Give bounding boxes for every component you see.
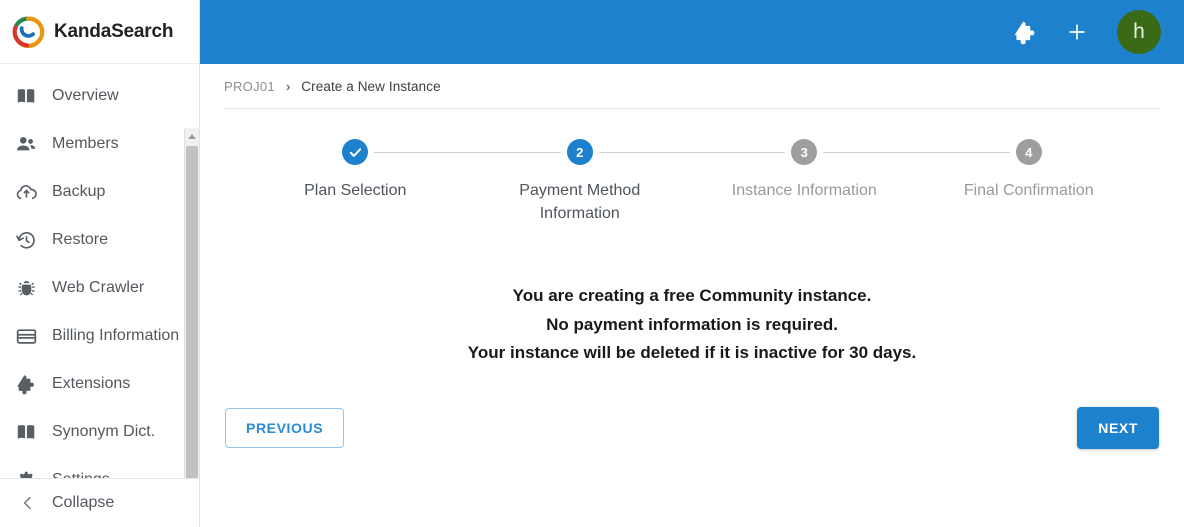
wizard-actions: PREVIOUS NEXT <box>223 406 1161 449</box>
sidebar-item-label: Web Crawler <box>52 279 145 296</box>
step-connector-line <box>598 152 786 153</box>
sidebar-item-label: Members <box>52 135 119 152</box>
sidebar-item-label: Extensions <box>52 375 131 392</box>
brand-header[interactable]: KandaSearch <box>0 0 199 64</box>
step-label: Final Confirmation <box>963 182 1094 199</box>
cloud-upload-icon <box>14 180 38 204</box>
sidebar-scrollbar[interactable] <box>184 128 199 478</box>
breadcrumb-current-page: Create a New Instance <box>301 78 441 94</box>
page-content: PROJ01 › Create a New Instance Plan Sele… <box>200 64 1184 527</box>
book-open-icon <box>14 420 38 444</box>
step-connector-line <box>823 152 1010 153</box>
sidebar-nav-scroll-area: Overview Members Backup Restore Web Craw… <box>0 64 199 478</box>
chevron-left-icon <box>20 495 36 511</box>
plus-icon[interactable] <box>1063 18 1091 46</box>
step-label: Instance Information <box>731 182 877 199</box>
message-line-3: Your instance will be deleted if it is i… <box>467 343 917 362</box>
next-button[interactable]: NEXT <box>1077 406 1159 449</box>
gear-icon <box>14 468 38 478</box>
brand-name: KandaSearch <box>54 20 174 42</box>
message-line-2: No payment information is required. <box>546 314 838 334</box>
step-number: 3 <box>791 139 818 165</box>
sidebar-item-web-crawler[interactable]: Web Crawler <box>0 264 199 312</box>
puzzle-piece-icon[interactable] <box>1011 18 1039 46</box>
sidebar-item-backup[interactable]: Backup <box>0 168 199 216</box>
collapse-label: Collapse <box>52 494 115 511</box>
chevron-right-icon: › <box>285 78 291 94</box>
wizard-stepper: Plan Selection 2 Payment Method Informat… <box>223 139 1161 225</box>
sidebar-item-label: Synonym Dict. <box>52 423 156 440</box>
scroll-up-arrow-icon[interactable] <box>185 128 199 144</box>
puzzle-piece-icon <box>14 372 38 396</box>
step-number: 4 <box>1015 139 1042 165</box>
bug-icon <box>14 276 38 300</box>
info-message: You are creating a free Community instan… <box>223 282 1161 368</box>
step-label: Payment Method Information <box>519 182 641 222</box>
sidebar: KandaSearch Overview Members Backup Rest… <box>0 0 200 527</box>
sidebar-item-label: Billing Information <box>52 327 180 344</box>
check-icon <box>342 139 369 165</box>
kanda-swirl-logo-icon <box>10 14 46 50</box>
scrollbar-thumb[interactable] <box>186 146 198 478</box>
sidebar-item-restore[interactable]: Restore <box>0 216 199 264</box>
clock-rewind-icon <box>14 228 38 252</box>
sidebar-item-settings[interactable]: Settings <box>0 456 199 478</box>
sidebar-item-label: Settings <box>52 471 110 478</box>
credit-card-icon <box>14 324 38 348</box>
sidebar-collapse-button[interactable]: Collapse <box>0 478 199 527</box>
sidebar-item-overview[interactable]: Overview <box>0 72 199 120</box>
sidebar-item-extensions[interactable]: Extensions <box>0 360 199 408</box>
top-header-bar: h <box>200 0 1184 64</box>
main-area: h PROJ01 › Create a New Instance Plan Se… <box>200 0 1184 527</box>
step-plan-selection[interactable]: Plan Selection <box>243 139 561 225</box>
breadcrumb: PROJ01 › Create a New Instance <box>223 64 1161 109</box>
sidebar-nav-list: Overview Members Backup Restore Web Craw… <box>0 72 199 478</box>
previous-button[interactable]: PREVIOUS <box>225 407 345 448</box>
step-number: 2 <box>566 139 593 165</box>
message-line-1: You are creating a free Community instan… <box>512 286 872 305</box>
people-icon <box>14 132 38 156</box>
avatar[interactable]: h <box>1117 10 1161 54</box>
breadcrumb-project-link[interactable]: PROJ01 <box>224 79 275 94</box>
sidebar-item-members[interactable]: Members <box>0 120 199 168</box>
sidebar-item-billing-information[interactable]: Billing Information <box>0 312 199 360</box>
sidebar-item-label: Restore <box>52 231 109 248</box>
sidebar-item-label: Overview <box>52 87 119 104</box>
step-connector-line <box>374 152 561 153</box>
app-root: KandaSearch Overview Members Backup Rest… <box>0 0 1184 527</box>
sidebar-item-synonym-dict[interactable]: Synonym Dict. <box>0 408 199 456</box>
step-label: Plan Selection <box>304 182 407 199</box>
book-open-icon <box>14 84 38 108</box>
sidebar-item-label: Backup <box>52 183 106 200</box>
